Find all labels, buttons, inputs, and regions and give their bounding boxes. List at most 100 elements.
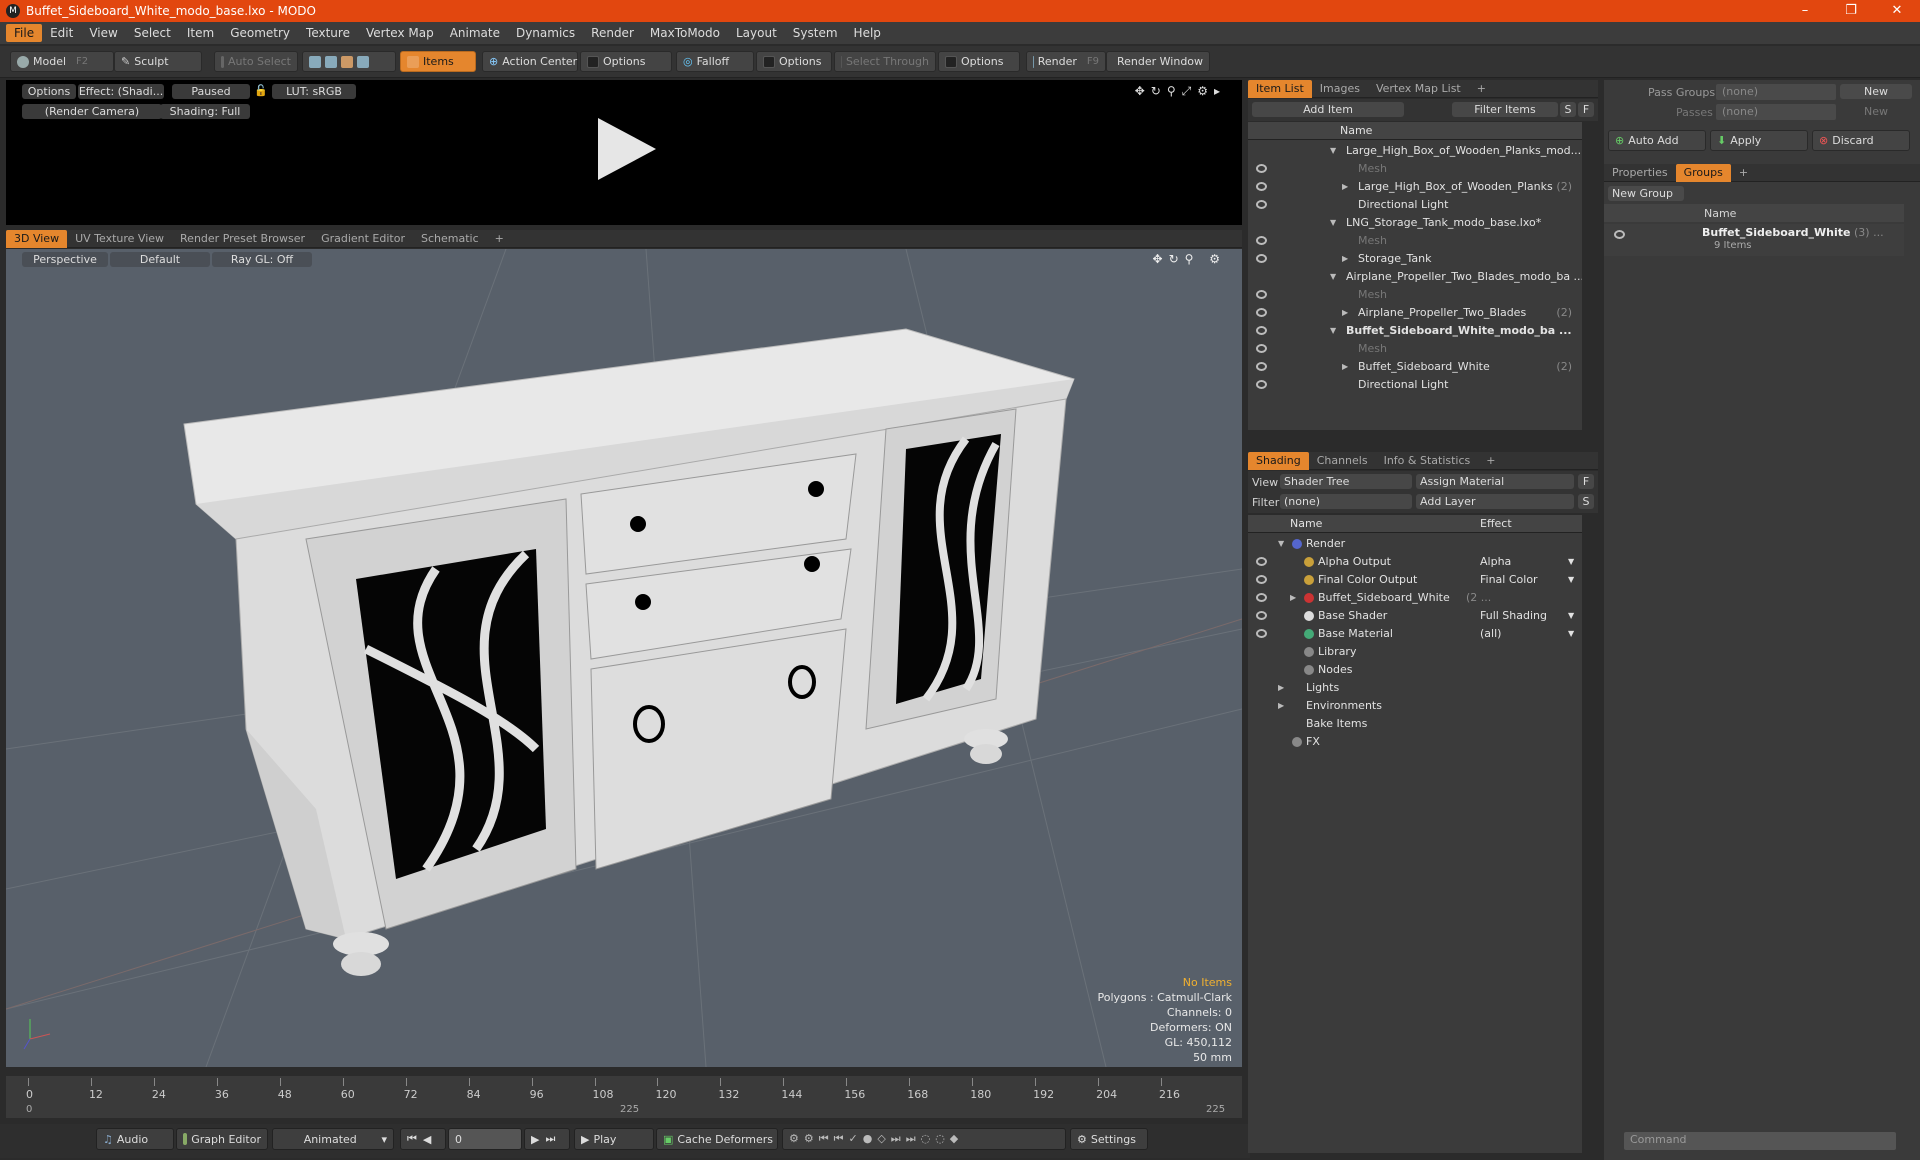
collapse-arrow-icon[interactable]: ▼ [1330, 214, 1336, 232]
dropdown-arrow-icon[interactable]: ▼ [1568, 625, 1574, 643]
menu-dynamics[interactable]: Dynamics [508, 24, 583, 42]
item-list-row[interactable]: Mesh [1248, 340, 1582, 358]
expand-arrow-icon[interactable]: ▶ [1342, 304, 1348, 322]
pass-groups-dropdown[interactable]: (none) [1716, 84, 1836, 100]
vertex-mode-icon[interactable] [309, 55, 321, 68]
menu-system[interactable]: System [785, 24, 846, 42]
step-forward-icon[interactable]: ▶ [531, 1133, 541, 1146]
visibility-eye-icon[interactable] [1256, 557, 1267, 566]
layer-effect-dropdown[interactable]: (all) [1480, 625, 1501, 643]
model-mode-button[interactable]: Model F2 [10, 51, 114, 72]
play-button[interactable]: ▶ Play [574, 1128, 654, 1150]
layer-effect-dropdown[interactable]: Alpha [1480, 553, 1511, 571]
itemlist-add-tab-icon[interactable]: + [1469, 80, 1494, 98]
viewport-tab-render-preset-browser[interactable]: Render Preset Browser [172, 230, 313, 248]
shading-tab-shading[interactable]: Shading [1248, 451, 1309, 470]
action-center-options-button[interactable]: Options [580, 51, 672, 72]
item-list-row[interactable]: Directional Light [1248, 196, 1582, 214]
expand-arrow-icon[interactable]: ▶ [1342, 358, 1348, 376]
items-mode-button[interactable]: Items [400, 51, 476, 72]
new-group-button[interactable]: New Group [1608, 186, 1684, 201]
add-item-dropdown[interactable]: Add Item [1252, 102, 1404, 117]
polygon-mode-icon[interactable] [341, 55, 353, 68]
shader-tree-row[interactable]: Nodes [1248, 661, 1582, 679]
collapse-arrow-icon[interactable]: ▼ [1330, 322, 1336, 340]
menu-vertex-map[interactable]: Vertex Map [358, 24, 442, 42]
shader-tree-row[interactable]: Final Color Output Final Color ▼ [1248, 571, 1582, 589]
expand-arrow-icon[interactable]: ▶ [1290, 589, 1296, 607]
falloff-options-button[interactable]: Options [756, 51, 832, 72]
key-tools[interactable]: ⚙⚙⏮⏮✓●◇⏭⏭◌◌◆ [782, 1128, 1066, 1150]
shader-tree-row[interactable]: Bake Items [1248, 715, 1582, 733]
skip-to-end-icon[interactable]: ⏭ [545, 1132, 557, 1146]
itemlist-tab-item-list[interactable]: Item List [1248, 79, 1312, 98]
viewport-add-tab-icon[interactable]: + [487, 230, 512, 248]
dropdown-arrow-icon[interactable]: ▼ [1568, 607, 1574, 625]
shading-add-tab-icon[interactable]: + [1478, 452, 1503, 470]
collapse-arrow-icon[interactable]: ▼ [1278, 535, 1284, 553]
visibility-eye-icon[interactable] [1256, 362, 1267, 371]
groups-add-tab-icon[interactable]: + [1731, 164, 1756, 182]
select-through-options-button[interactable]: Options [938, 51, 1020, 72]
menu-item[interactable]: Item [179, 24, 222, 42]
item-list-row[interactable]: ▼ LNG_Storage_Tank_modo_base.lxo* [1248, 214, 1582, 232]
dropdown-arrow-icon[interactable]: ▼ [1568, 571, 1574, 589]
viewport-tab-3d-view[interactable]: 3D View [6, 229, 68, 248]
menu-animate[interactable]: Animate [442, 24, 508, 42]
menu-edit[interactable]: Edit [42, 24, 81, 42]
assign-material-input[interactable]: Assign Material [1416, 474, 1574, 489]
filter-items-input[interactable]: Filter Items [1452, 102, 1558, 117]
shading-s-button[interactable]: S [1578, 494, 1594, 509]
collapse-arrow-icon[interactable]: ▼ [1330, 142, 1336, 160]
shading-dropdown[interactable]: Shading: Full [160, 104, 250, 119]
shading-filter-dropdown[interactable]: (none) [1280, 494, 1412, 509]
step-forward-buttons[interactable]: ▶ ⏭ [524, 1128, 570, 1150]
visibility-eye-icon[interactable] [1256, 182, 1267, 191]
dropdown-arrow-icon[interactable]: ▼ [1568, 553, 1574, 571]
visibility-eye-icon[interactable] [1256, 593, 1267, 602]
timeline[interactable]: 0 12 24 36 48 60 72 84 96 108 120 132 144 156 168 180 19… [6, 1076, 1242, 1118]
shading-tab-channels[interactable]: Channels [1309, 452, 1376, 470]
viewport-tab-uv-texture-view[interactable]: UV Texture View [67, 230, 172, 248]
item-list-row[interactable]: Mesh [1248, 160, 1582, 178]
group-row[interactable]: Buffet_Sideboard_White (3) ... 9 Items [1604, 224, 1904, 256]
render-button[interactable]: Render F9 [1026, 51, 1106, 72]
filter-f-button[interactable]: F [1578, 102, 1594, 117]
expand-arrow-icon[interactable]: ▶ [1342, 250, 1348, 268]
render-window-button[interactable]: Render Window [1106, 51, 1210, 72]
view-dropdown[interactable]: Shader Tree [1280, 474, 1412, 489]
selection-mode-buttons[interactable] [302, 51, 396, 72]
menu-select[interactable]: Select [126, 24, 179, 42]
item-list-row[interactable]: ▼ Large_High_Box_of_Wooden_Planks_mod... [1248, 142, 1582, 160]
shader-tree-row[interactable]: FX [1248, 733, 1582, 751]
preview-options-button[interactable]: Options [22, 84, 76, 99]
visibility-eye-icon[interactable] [1256, 236, 1267, 245]
expand-arrow-icon[interactable]: ▶ [1342, 178, 1348, 196]
step-back-icon[interactable]: ◀ [423, 1133, 433, 1146]
edge-mode-icon[interactable] [325, 55, 337, 68]
menu-file[interactable]: File [6, 24, 43, 42]
menu-layout[interactable]: Layout [728, 24, 785, 42]
layer-effect-dropdown[interactable]: Full Shading [1480, 607, 1547, 625]
shading-f-button[interactable]: F [1578, 474, 1594, 489]
sculpt-mode-button[interactable]: ✎ Sculpt [114, 51, 202, 72]
command-input[interactable]: Command [1624, 1132, 1896, 1150]
visibility-eye-icon[interactable] [1256, 254, 1267, 263]
shader-tree-row[interactable]: ▶ Lights [1248, 679, 1582, 697]
viewport-tab-schematic[interactable]: Schematic [413, 230, 487, 248]
item-list-row[interactable]: ▶ Airplane_Propeller_Two_Blades (2) [1248, 304, 1582, 322]
shader-tree-row[interactable]: Library [1248, 643, 1582, 661]
preview-nav-icons[interactable]: ✥↻⚲⤢⚙▸ [1135, 84, 1226, 99]
item-list-row[interactable]: Directional Light [1248, 376, 1582, 394]
visibility-eye-icon[interactable] [1614, 230, 1625, 239]
shader-tree-row[interactable]: Base Shader Full Shading ▼ [1248, 607, 1582, 625]
menu-geometry[interactable]: Geometry [222, 24, 298, 42]
visibility-eye-icon[interactable] [1256, 308, 1267, 317]
layer-effect-dropdown[interactable]: Final Color [1480, 571, 1538, 589]
frame-input[interactable]: 0 [448, 1128, 522, 1150]
passes-dropdown[interactable]: (none) [1716, 104, 1836, 120]
restore-icon[interactable]: ❐ [1828, 0, 1874, 22]
menu-help[interactable]: Help [846, 24, 889, 42]
settings-button[interactable]: ⚙ Settings [1070, 1128, 1148, 1150]
groups-tab-properties[interactable]: Properties [1604, 164, 1676, 182]
